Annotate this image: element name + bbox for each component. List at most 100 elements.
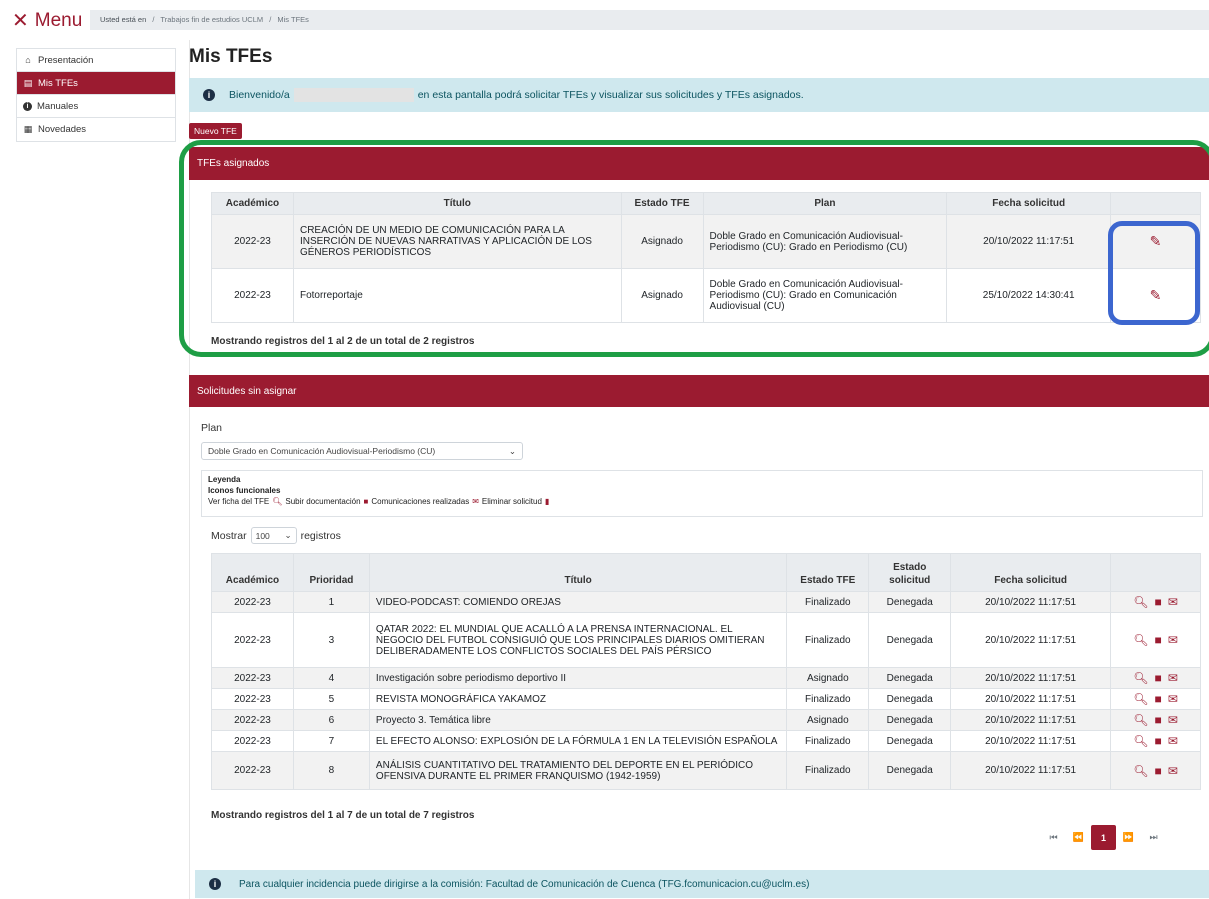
academic-cell: 2022-23: [211, 214, 294, 269]
breadcrumb-link-mis-tfes[interactable]: Mis TFEs: [277, 15, 309, 24]
breadcrumb-separator: /: [152, 15, 155, 24]
file-icon[interactable]: ■: [1154, 734, 1161, 748]
date-cell: 20/10/2022 11:17:51: [950, 688, 1112, 710]
close-icon: ✕: [12, 10, 29, 32]
first-page-button[interactable]: ⏮: [1041, 825, 1066, 850]
menu-toggle-button[interactable]: ✕ Menu: [12, 10, 82, 32]
page-length-select[interactable]: 100 ⌄: [250, 527, 297, 544]
plan-selected-value: Doble Grado en Comunicación Audiovisual-…: [208, 446, 436, 456]
contact-text: Para cualquier incidencia puede dirigirs…: [239, 878, 810, 890]
sidebar-item-novedades[interactable]: ▦ Novedades: [17, 118, 175, 141]
column-header[interactable]: Estado TFE: [786, 553, 870, 592]
next-page-button[interactable]: ⏩: [1116, 825, 1141, 850]
new-tfe-button[interactable]: Nuevo TFE: [189, 123, 242, 139]
plan-select[interactable]: Doble Grado en Comunicación Audiovisual-…: [201, 442, 523, 460]
request-status-cell: Denegada: [868, 751, 952, 790]
table-header-row: Académico Título Estado TFE Plan Fecha s…: [211, 192, 1201, 215]
legend-item-label: Ver ficha del TFE: [208, 497, 270, 506]
sidebar: ⌂ Presentación ▤ Mis TFEs i Manuales ▦ N…: [16, 48, 176, 142]
last-page-button[interactable]: ⏭: [1141, 825, 1166, 850]
page-button-current[interactable]: 1: [1091, 825, 1116, 850]
menu-label: Menu: [34, 10, 83, 31]
academic-cell: 2022-23: [211, 667, 294, 689]
priority-cell: 7: [292, 730, 370, 752]
search-icon[interactable]: 🔍︎: [1133, 764, 1148, 778]
envelope-check-icon[interactable]: ✉: [1168, 595, 1178, 609]
academic-cell: 2022-23: [211, 730, 294, 752]
priority-cell: 5: [292, 688, 370, 710]
file-icon[interactable]: ■: [1154, 671, 1161, 685]
redacted-username: [293, 88, 414, 102]
legend-title: Leyenda: [208, 475, 241, 484]
info-icon: i: [209, 878, 221, 890]
top-bar: ✕ Menu Usted está en / Trabajos fin de e…: [0, 0, 1209, 40]
previous-page-button[interactable]: ⏪: [1066, 825, 1091, 850]
search-icon[interactable]: 🔍︎: [1133, 633, 1148, 647]
column-header[interactable]: Estado solicitud: [868, 553, 952, 592]
search-icon[interactable]: 🔍︎: [1133, 671, 1148, 685]
date-cell: 25/10/2022 14:30:41: [946, 268, 1112, 323]
request-status-cell: Denegada: [868, 612, 952, 668]
envelope-check-icon[interactable]: ✉: [1168, 713, 1178, 727]
file-icon[interactable]: ■: [1154, 692, 1161, 706]
column-header[interactable]: Prioridad: [292, 553, 370, 592]
priority-cell: 6: [292, 709, 370, 731]
column-header[interactable]: Título: [292, 192, 622, 215]
breadcrumb-link-tfe[interactable]: Trabajos fin de estudios UCLM: [160, 15, 263, 24]
priority-cell: 8: [292, 751, 370, 790]
date-cell: 20/10/2022 11:17:51: [950, 730, 1112, 752]
column-header[interactable]: Académico: [211, 192, 294, 215]
column-header[interactable]: Fecha solicitud: [950, 553, 1112, 592]
welcome-prefix: Bienvenido/a: [229, 89, 290, 101]
title-cell: Proyecto 3. Temática libre: [368, 709, 788, 731]
sidebar-item-mis-tfes[interactable]: ▤ Mis TFEs: [17, 72, 175, 95]
column-header[interactable]: Plan: [702, 192, 948, 215]
envelope-check-icon: ✉: [472, 497, 479, 506]
unassigned-summary: Mostrando registros del 1 al 7 de un tot…: [211, 810, 475, 821]
column-header[interactable]: Título: [368, 553, 788, 592]
document-icon: ▤: [23, 77, 33, 88]
date-cell: 20/10/2022 11:17:51: [950, 751, 1112, 790]
priority-cell: 4: [292, 667, 370, 689]
actions-cell: 🔍︎ ■ ✉: [1110, 591, 1201, 613]
assigned-table: Académico Título Estado TFE Plan Fecha s…: [211, 192, 1201, 323]
table-row: 2022-23 4 Investigación sobre periodismo d…: [211, 667, 1201, 689]
title-cell: Fotorreportaje: [292, 268, 622, 323]
sidebar-item-label: Presentación: [38, 54, 94, 66]
file-icon: ■: [363, 497, 369, 506]
column-header[interactable]: Académico: [211, 553, 294, 592]
envelope-check-icon[interactable]: ✉: [1168, 692, 1178, 706]
search-icon[interactable]: 🔍︎: [1133, 734, 1148, 748]
sidebar-item-manuales[interactable]: i Manuales: [17, 95, 175, 118]
status-cell: Asignado: [620, 214, 704, 269]
search-icon[interactable]: 🔍︎: [1133, 713, 1148, 727]
academic-cell: 2022-23: [211, 268, 294, 323]
tfe-status-cell: Finalizado: [786, 612, 870, 668]
date-cell: 20/10/2022 11:17:51: [950, 591, 1112, 613]
edit-icon[interactable]: ✎: [1150, 233, 1162, 250]
title-cell: EL EFECTO ALONSO: EXPLOSIÓN DE LA FÓRMUL…: [368, 730, 788, 752]
search-icon[interactable]: 🔍︎: [1133, 692, 1148, 706]
request-status-cell: Denegada: [868, 667, 952, 689]
envelope-check-icon[interactable]: ✉: [1168, 734, 1178, 748]
sidebar-item-presentacion[interactable]: ⌂ Presentación: [17, 49, 175, 72]
file-icon[interactable]: ■: [1154, 713, 1161, 727]
file-icon[interactable]: ■: [1154, 764, 1161, 778]
file-icon[interactable]: ■: [1154, 633, 1161, 647]
page-title: Mis TFEs: [189, 46, 273, 67]
edit-icon[interactable]: ✎: [1150, 287, 1162, 304]
envelope-check-icon[interactable]: ✉: [1168, 633, 1178, 647]
legend-subtitle: Iconos funcionales: [208, 486, 281, 495]
tfe-status-cell: Asignado: [786, 709, 870, 731]
trash-icon: ▮: [544, 497, 550, 506]
chevron-down-icon: ⌄: [508, 445, 516, 456]
column-header[interactable]: Fecha solicitud: [946, 192, 1112, 215]
envelope-check-icon[interactable]: ✉: [1168, 764, 1178, 778]
envelope-check-icon[interactable]: ✉: [1168, 671, 1178, 685]
show-suffix: registros: [300, 529, 341, 542]
file-icon[interactable]: ■: [1154, 595, 1161, 609]
search-icon[interactable]: 🔍︎: [1133, 595, 1148, 609]
plan-cell: Doble Grado en Comunicación Audiovisual-…: [702, 268, 948, 323]
welcome-alert: i Bienvenido/a en esta pantalla podrá so…: [189, 78, 1209, 112]
column-header[interactable]: Estado TFE: [620, 192, 704, 215]
